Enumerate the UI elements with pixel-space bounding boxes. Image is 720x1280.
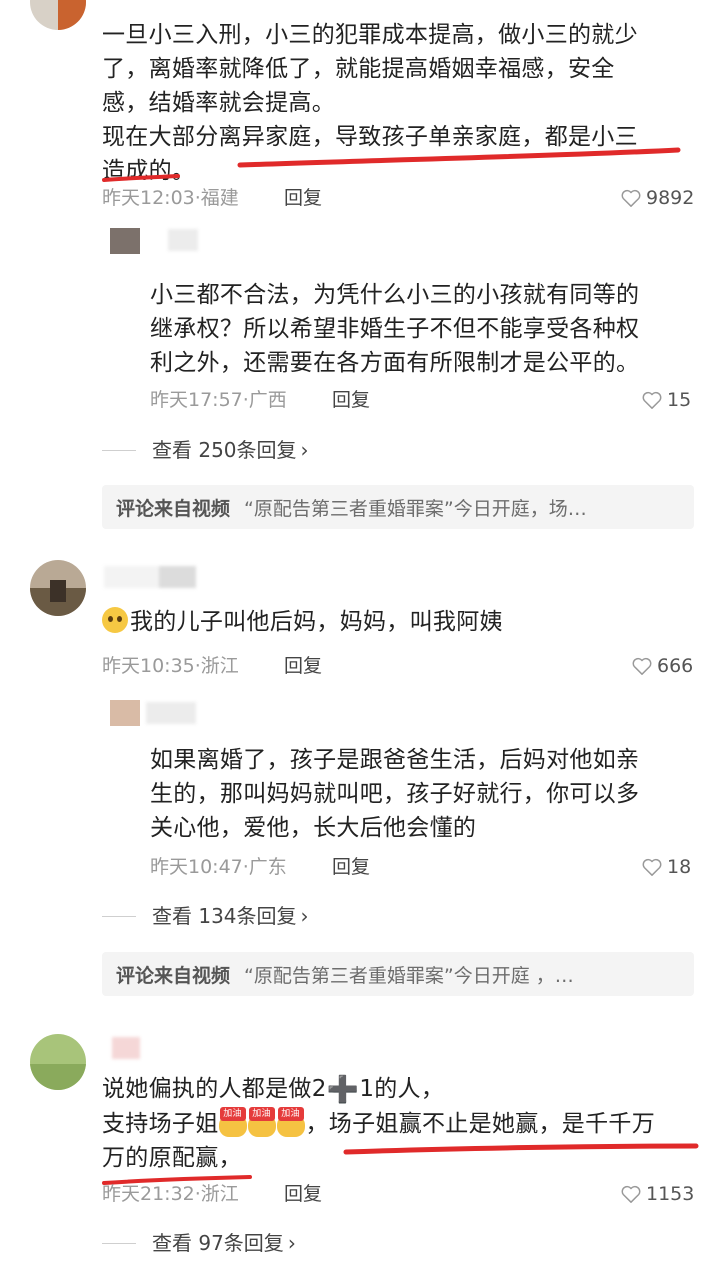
- comment-time-location: 昨天12:03·福建: [102, 187, 239, 209]
- video-source-banner[interactable]: 评论来自视频 “原配告第三者重婚罪案”今日开庭，场…: [102, 485, 694, 529]
- like-button[interactable]: 1153: [620, 1182, 694, 1206]
- like-button[interactable]: 15: [641, 388, 691, 412]
- like-count: 1153: [646, 1183, 695, 1205]
- chevron-right-icon: ›: [287, 1231, 296, 1255]
- view-more-replies[interactable]: 查看 97条回复 ›: [102, 1230, 296, 1256]
- comment-text: 我的儿子叫他后妈，妈妈，叫我阿姨: [102, 605, 702, 639]
- like-count: 666: [657, 655, 694, 677]
- like-button[interactable]: 18: [641, 855, 691, 879]
- reply-button[interactable]: 回复: [284, 186, 322, 210]
- reply-button[interactable]: 回复: [284, 654, 322, 678]
- reply-button[interactable]: 回复: [284, 1182, 322, 1206]
- source-title: “原配告第三者重婚罪案”今日开庭，场…: [244, 497, 587, 520]
- heart-outline-icon: [642, 858, 662, 876]
- view-more-label: 查看 134条回复: [152, 904, 297, 928]
- reply-button[interactable]: 回复: [332, 388, 370, 412]
- video-source-banner[interactable]: 评论来自视频 “原配告第三者重婚罪案”今日开庭 ，…: [102, 952, 694, 996]
- username-blurred: [146, 702, 196, 724]
- like-count: 9892: [646, 187, 695, 209]
- avatar[interactable]: [30, 560, 86, 616]
- heart-outline-icon: [642, 391, 662, 409]
- view-more-label: 查看 97条回复: [152, 1231, 284, 1255]
- avatar[interactable]: [30, 0, 86, 30]
- plus-emoji: ➕: [326, 1075, 360, 1105]
- reply-time-location: 昨天17:57·广西: [150, 389, 287, 411]
- comment-time-location: 昨天21:32·浙江: [102, 1183, 239, 1205]
- chevron-right-icon: ›: [300, 904, 309, 928]
- avatar[interactable]: [110, 700, 140, 726]
- username-blurred: [104, 566, 196, 588]
- divider-dash: [102, 1242, 136, 1244]
- comment-time-location: 昨天10:35·浙江: [102, 655, 239, 677]
- view-more-replies[interactable]: 查看 250条回复 ›: [102, 437, 309, 463]
- divider-dash: [102, 915, 136, 917]
- heart-outline-icon: [621, 1185, 641, 1203]
- like-button[interactable]: 9892: [620, 186, 694, 210]
- source-label: 评论来自视频: [116, 964, 231, 987]
- like-count: 15: [667, 389, 692, 411]
- source-label: 评论来自视频: [116, 497, 231, 520]
- reply-text: 如果离婚了，孩子是跟爸爸生活，后妈对他如亲 生的，那叫妈妈就叫吧，孩子好就行，你…: [150, 747, 640, 841]
- crying-face-emoji: [102, 607, 128, 633]
- reply-time-location: 昨天10:47·广东: [150, 856, 287, 878]
- like-count: 18: [667, 856, 692, 878]
- heart-outline-icon: [632, 657, 652, 675]
- username-blurred: [168, 229, 198, 251]
- like-button[interactable]: 666: [631, 654, 693, 678]
- divider-dash: [102, 449, 136, 451]
- username-blurred: [112, 1037, 140, 1059]
- avatar[interactable]: [110, 228, 140, 254]
- view-more-label: 查看 250条回复: [152, 438, 297, 462]
- chevron-right-icon: ›: [300, 438, 309, 462]
- view-more-replies[interactable]: 查看 134条回复 ›: [102, 903, 309, 929]
- reply-button[interactable]: 回复: [332, 855, 370, 879]
- heart-outline-icon: [621, 189, 641, 207]
- reply-text: 小三都不合法，为凭什么小三的小孩就有同等的 继承权？所以希望非婚生子不但不能享受…: [150, 282, 640, 376]
- source-title: “原配告第三者重婚罪案”今日开庭 ，…: [244, 964, 574, 987]
- avatar[interactable]: [30, 1034, 86, 1090]
